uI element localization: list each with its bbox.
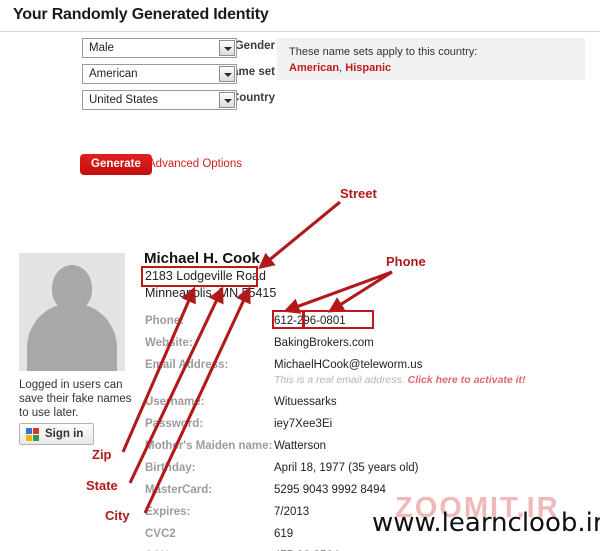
form-row-gender: Gender Male xyxy=(0,38,275,58)
name-set-link-american[interactable]: American xyxy=(289,62,339,74)
identity-detail-label: Password: xyxy=(145,418,204,430)
sign-in-button[interactable]: Sign in xyxy=(19,423,95,445)
identity-detail-subtext: This is a real email address. Click here… xyxy=(274,374,526,386)
identity-detail-value: BakingBrokers.com xyxy=(274,337,374,349)
identity-detail-value: 619 xyxy=(274,528,294,540)
name-set-select[interactable]: American xyxy=(82,64,237,84)
identity-name: Michael H. Cook xyxy=(144,250,260,267)
identity-detail-value: April 18, 1977 (35 years old) xyxy=(274,462,419,474)
sidebar-note: Logged in users can save their fake name… xyxy=(19,379,132,419)
annotation-label-city: City xyxy=(105,508,130,523)
identity-detail-value: MichaelHCook@teleworm.us xyxy=(274,359,423,371)
name-set-link-hispanic[interactable]: Hispanic xyxy=(345,62,391,74)
identity-detail-row: Mother's Maiden name: Watterson xyxy=(144,440,574,456)
avatar-body-shape xyxy=(27,303,117,371)
identity-detail-label: Username: xyxy=(145,396,205,408)
name-sets-links: American, Hispanic xyxy=(289,62,391,74)
annotation-label-phone: Phone xyxy=(386,254,426,269)
identity-detail-label: Expires: xyxy=(145,506,191,518)
name-set-select-value: American xyxy=(89,68,138,80)
name-sets-note: These name sets apply to this country: A… xyxy=(277,38,585,80)
watermark-learncloob: www.learncloob.ir xyxy=(372,508,600,538)
chevron-down-icon[interactable] xyxy=(219,66,235,82)
name-sets-note-text: These name sets apply to this country: xyxy=(289,46,478,58)
identity-detail-value: 5295 9043 9992 8494 xyxy=(274,484,386,496)
page-header: Your Randomly Generated Identity xyxy=(0,0,600,32)
identity-detail-label: Email Address: xyxy=(145,359,229,371)
identity-detail-label: Mother's Maiden name: xyxy=(145,440,273,452)
identity-detail-label: Website: xyxy=(145,337,193,349)
identity-detail-row: Email Address: MichaelHCook@teleworm.us Th… xyxy=(144,359,574,386)
identity-detail-value: 612-296-0801 xyxy=(274,315,346,327)
identity-detail-label: Phone: xyxy=(145,315,184,327)
identity-detail-row: Birthday: April 18, 1977 (35 years old) xyxy=(144,462,574,478)
annotation-label-state: State xyxy=(86,478,118,493)
identity-generator-form: Gender Male Name set American Country Un… xyxy=(0,38,275,175)
identity-detail-subtext-pre: This is a real email address. xyxy=(274,374,408,386)
chevron-down-icon[interactable] xyxy=(219,92,235,108)
identity-city-state-zip: Minneapolis, MN 55415 xyxy=(145,286,277,300)
form-row-name-set: Name set American xyxy=(0,64,275,84)
identity-detail-subtext-link[interactable]: Click here to activate it! xyxy=(408,374,526,386)
country-select[interactable]: United States xyxy=(82,90,237,110)
country-select-value: United States xyxy=(89,94,159,106)
page-title: Your Randomly Generated Identity xyxy=(13,6,269,23)
identity-detail-label: MasterCard: xyxy=(145,484,213,496)
identity-detail-value: Watterson xyxy=(274,440,326,452)
chevron-down-icon[interactable] xyxy=(219,40,235,56)
identity-detail-label: Birthday: xyxy=(145,462,196,474)
identity-detail-value: 7/2013 xyxy=(274,506,310,518)
advanced-options-link[interactable]: Advanced Options xyxy=(148,158,242,170)
gender-select-value: Male xyxy=(89,42,114,54)
identity-detail-value: Wituessarks xyxy=(274,396,337,408)
annotation-label-zip: Zip xyxy=(92,447,112,462)
google-icon xyxy=(26,427,39,441)
sign-in-button-label: Sign in xyxy=(45,428,84,440)
identity-detail-label: CVC2 xyxy=(145,528,176,540)
form-row-country: Country United States xyxy=(0,90,275,110)
identity-street: 2183 Lodgeville Road xyxy=(145,269,266,283)
identity-detail-row: Username: Wituessarks xyxy=(144,396,574,412)
page-root: Your Randomly Generated Identity Gender … xyxy=(0,0,600,551)
annotation-label-street: Street xyxy=(340,186,377,201)
gender-select[interactable]: Male xyxy=(82,38,237,58)
identity-detail-row: Website: BakingBrokers.com xyxy=(144,337,574,353)
generate-button[interactable]: Generate xyxy=(80,154,152,175)
identity-detail-row: Phone: 612-296-0801 xyxy=(144,315,574,331)
identity-detail-row: Password: iey7Xee3Ei xyxy=(144,418,574,434)
avatar xyxy=(19,253,125,371)
identity-detail-value: iey7Xee3Ei xyxy=(274,418,333,430)
